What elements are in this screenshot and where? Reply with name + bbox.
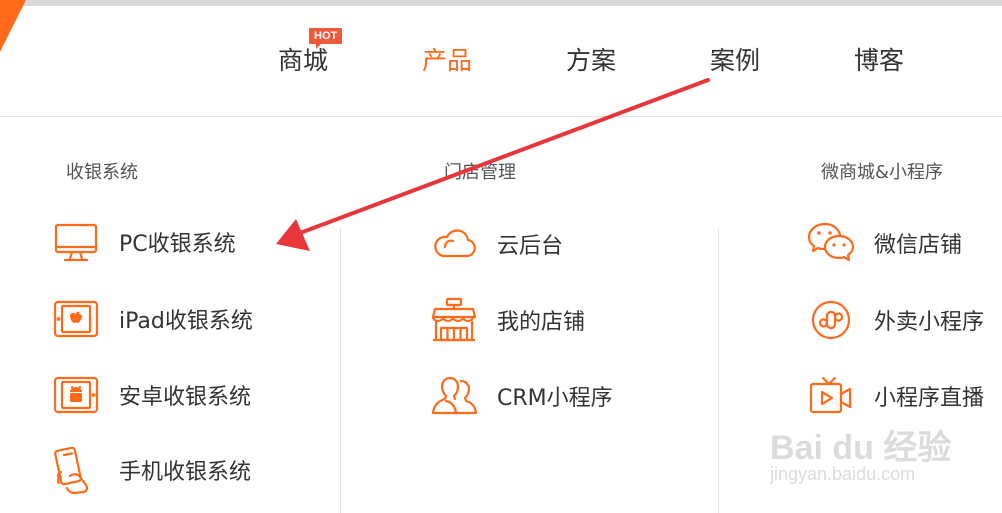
menu-item-mini-program-live[interactable]: 小程序直播 xyxy=(807,372,984,420)
menu-item-label: 云后台 xyxy=(497,234,564,259)
android-tablet-icon xyxy=(53,376,99,414)
menu-item-ipad-cashier[interactable]: iPad收银系统 xyxy=(52,295,253,343)
wechat-icon xyxy=(807,222,855,262)
watermark-url: jingyan.baidu.com xyxy=(770,464,916,484)
nav-item-blog[interactable]: 博客 xyxy=(854,44,904,78)
menu-item-label: 安卓收银系统 xyxy=(119,385,252,410)
column-divider xyxy=(340,228,341,513)
menu-item-pc-cashier[interactable]: PC收银系统 xyxy=(52,218,236,266)
menu-item-crm-mini-program[interactable]: CRM小程序 xyxy=(430,372,613,420)
cloud-icon xyxy=(434,229,476,258)
top-nav: 商城 HOT 产品 方案 案例 博客 xyxy=(0,6,1002,117)
column-title-wechat: 微商城&小程序 xyxy=(821,162,944,183)
menu-item-label: 外卖小程序 xyxy=(874,310,985,335)
menu-item-label: 小程序直播 xyxy=(874,386,985,411)
menu-item-mobile-cashier[interactable]: 手机收银系统 xyxy=(52,446,251,494)
nav-item-mall[interactable]: 商城 xyxy=(278,44,328,78)
live-camera-icon xyxy=(809,376,852,414)
nav-item-cases[interactable]: 案例 xyxy=(710,44,760,78)
menu-item-label: 微信店铺 xyxy=(874,233,963,258)
menu-item-label: PC收银系统 xyxy=(119,232,236,257)
menu-item-label: CRM小程序 xyxy=(497,386,613,411)
phone-hand-icon xyxy=(54,446,89,494)
mini-program-icon xyxy=(811,300,851,340)
monitor-icon xyxy=(54,223,98,262)
menu-item-label: iPad收银系统 xyxy=(119,309,253,334)
users-icon xyxy=(431,376,478,415)
nav-item-solutions[interactable]: 方案 xyxy=(566,44,616,78)
menu-item-android-cashier[interactable]: 安卓收银系统 xyxy=(52,371,251,419)
menu-item-takeout-mini-program[interactable]: 外卖小程序 xyxy=(807,296,984,344)
watermark-text: Bai du 经验 xyxy=(770,429,952,467)
storefront-icon xyxy=(431,297,477,342)
baidu-jingyan-watermark: Bai du 经验 jingyan.baidu.com xyxy=(770,420,952,490)
nav-item-products[interactable]: 产品 xyxy=(422,44,472,78)
menu-item-label: 我的店铺 xyxy=(497,310,586,335)
ipad-icon xyxy=(53,300,99,338)
column-title-store: 门店管理 xyxy=(444,162,516,183)
menu-item-label: 手机收银系统 xyxy=(119,460,252,485)
menu-item-wechat-store[interactable]: 微信店铺 xyxy=(807,219,962,267)
menu-item-cloud-backend[interactable]: 云后台 xyxy=(430,220,563,268)
menu-item-my-store[interactable]: 我的店铺 xyxy=(430,296,585,344)
column-divider xyxy=(718,228,719,513)
hot-badge: HOT xyxy=(309,28,343,49)
column-title-cashier: 收银系统 xyxy=(66,162,138,183)
